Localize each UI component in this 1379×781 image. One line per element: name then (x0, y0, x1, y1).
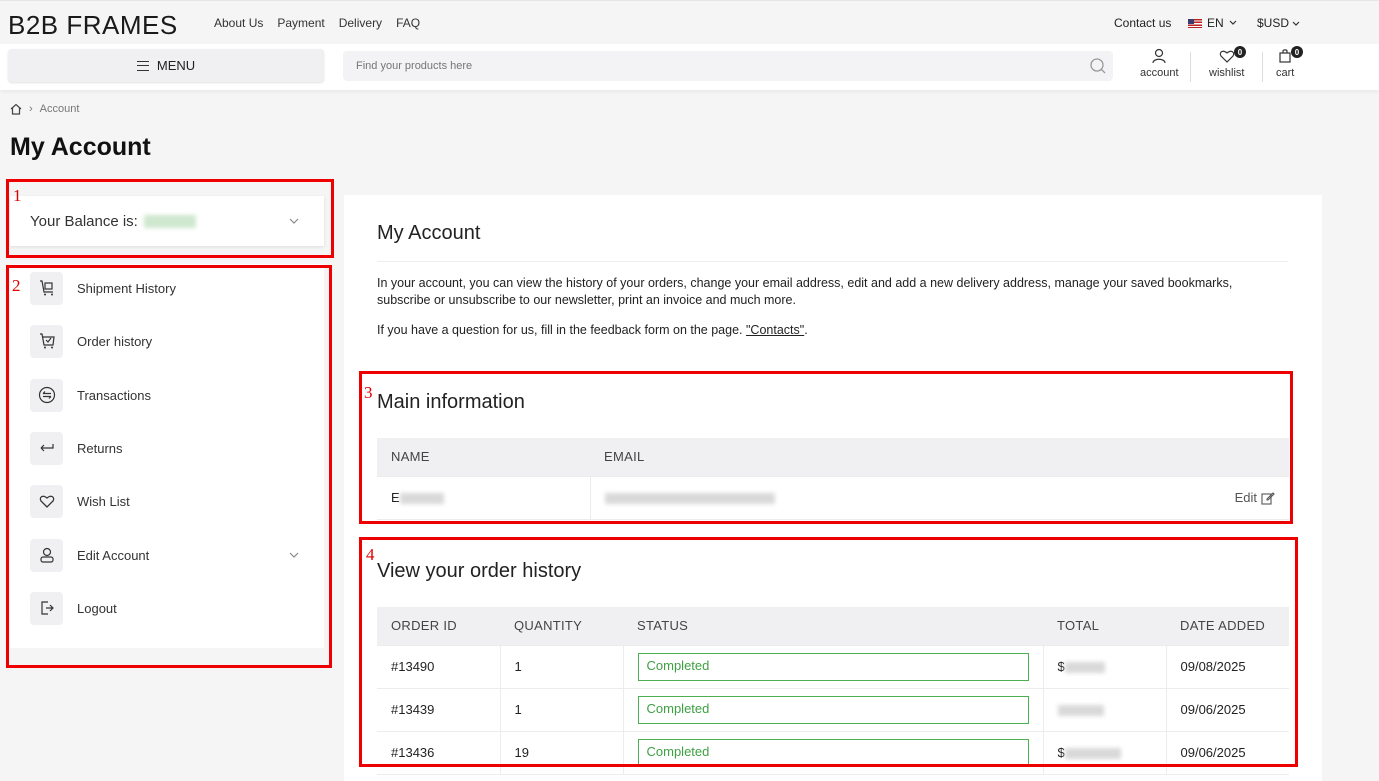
cart-button[interactable]: cart 0 (1276, 46, 1303, 79)
annotation-number-2: 2 (12, 276, 21, 295)
language-selector[interactable]: EN (1188, 16, 1237, 30)
user-icon (1152, 48, 1166, 64)
top-bar: B2B FRAMES About Us Payment Delivery FAQ… (0, 0, 1379, 44)
search-icon[interactable] (1089, 57, 1107, 75)
search-bar (343, 51, 1113, 81)
menu-label: MENU (156, 58, 196, 73)
language-value: EN (1207, 16, 1224, 30)
nav-about-us[interactable]: About Us (214, 16, 263, 30)
header-divider (1190, 52, 1191, 82)
annotation-box-4 (359, 537, 1298, 767)
currency-selector[interactable]: $USD (1257, 16, 1300, 30)
intro-text: In your account, you can view the histor… (377, 276, 1233, 307)
heart-icon (1219, 50, 1234, 63)
annotation-box-2 (6, 265, 332, 668)
feedback-text: If you have a question for us, fill in t… (377, 323, 808, 337)
annotation-box-3 (359, 371, 1293, 524)
feedback-prefix: If you have a question for us, fill in t… (377, 323, 746, 337)
contact-us-link[interactable]: Contact us (1114, 16, 1171, 30)
page-title: My Account (10, 133, 151, 161)
account-button[interactable]: account (1140, 48, 1179, 79)
breadcrumb-separator: › (29, 103, 33, 115)
breadcrumb: › Account (10, 103, 79, 115)
contacts-link[interactable]: "Contacts" (746, 323, 804, 337)
nav-delivery[interactable]: Delivery (339, 16, 382, 30)
menu-button[interactable]: MENU (8, 49, 324, 82)
chevron-down-icon (1292, 21, 1300, 26)
wishlist-label: wishlist (1209, 67, 1245, 79)
us-flag-icon (1188, 18, 1202, 28)
annotation-box-1 (6, 179, 334, 258)
nav-payment[interactable]: Payment (277, 16, 324, 30)
cart-label: cart (1276, 67, 1295, 79)
hamburger-icon (136, 60, 149, 71)
content-title: My Account (377, 222, 481, 244)
wishlist-count-badge: 0 (1234, 46, 1246, 58)
annotation-number-4: 4 (366, 545, 375, 564)
feedback-suffix: . (804, 323, 808, 337)
divider (377, 261, 1288, 262)
annotation-number-1: 1 (13, 186, 22, 205)
search-input[interactable] (343, 51, 1043, 81)
account-label: account (1140, 67, 1179, 79)
cart-count-badge: 0 (1291, 46, 1303, 58)
currency-value: $USD (1257, 16, 1290, 30)
header-divider (1262, 52, 1263, 82)
annotation-number-3: 3 (364, 383, 373, 402)
top-nav: About Us Payment Delivery FAQ (214, 16, 420, 30)
home-icon[interactable] (10, 103, 22, 115)
wishlist-button[interactable]: wishlist 0 (1209, 46, 1246, 79)
nav-faq[interactable]: FAQ (396, 16, 420, 30)
main-header: MENU account wishlist 0 cart 0 (0, 44, 1379, 90)
breadcrumb-current[interactable]: Account (40, 103, 80, 115)
chevron-down-icon (1229, 20, 1237, 25)
site-logo[interactable]: B2B FRAMES (8, 10, 178, 41)
